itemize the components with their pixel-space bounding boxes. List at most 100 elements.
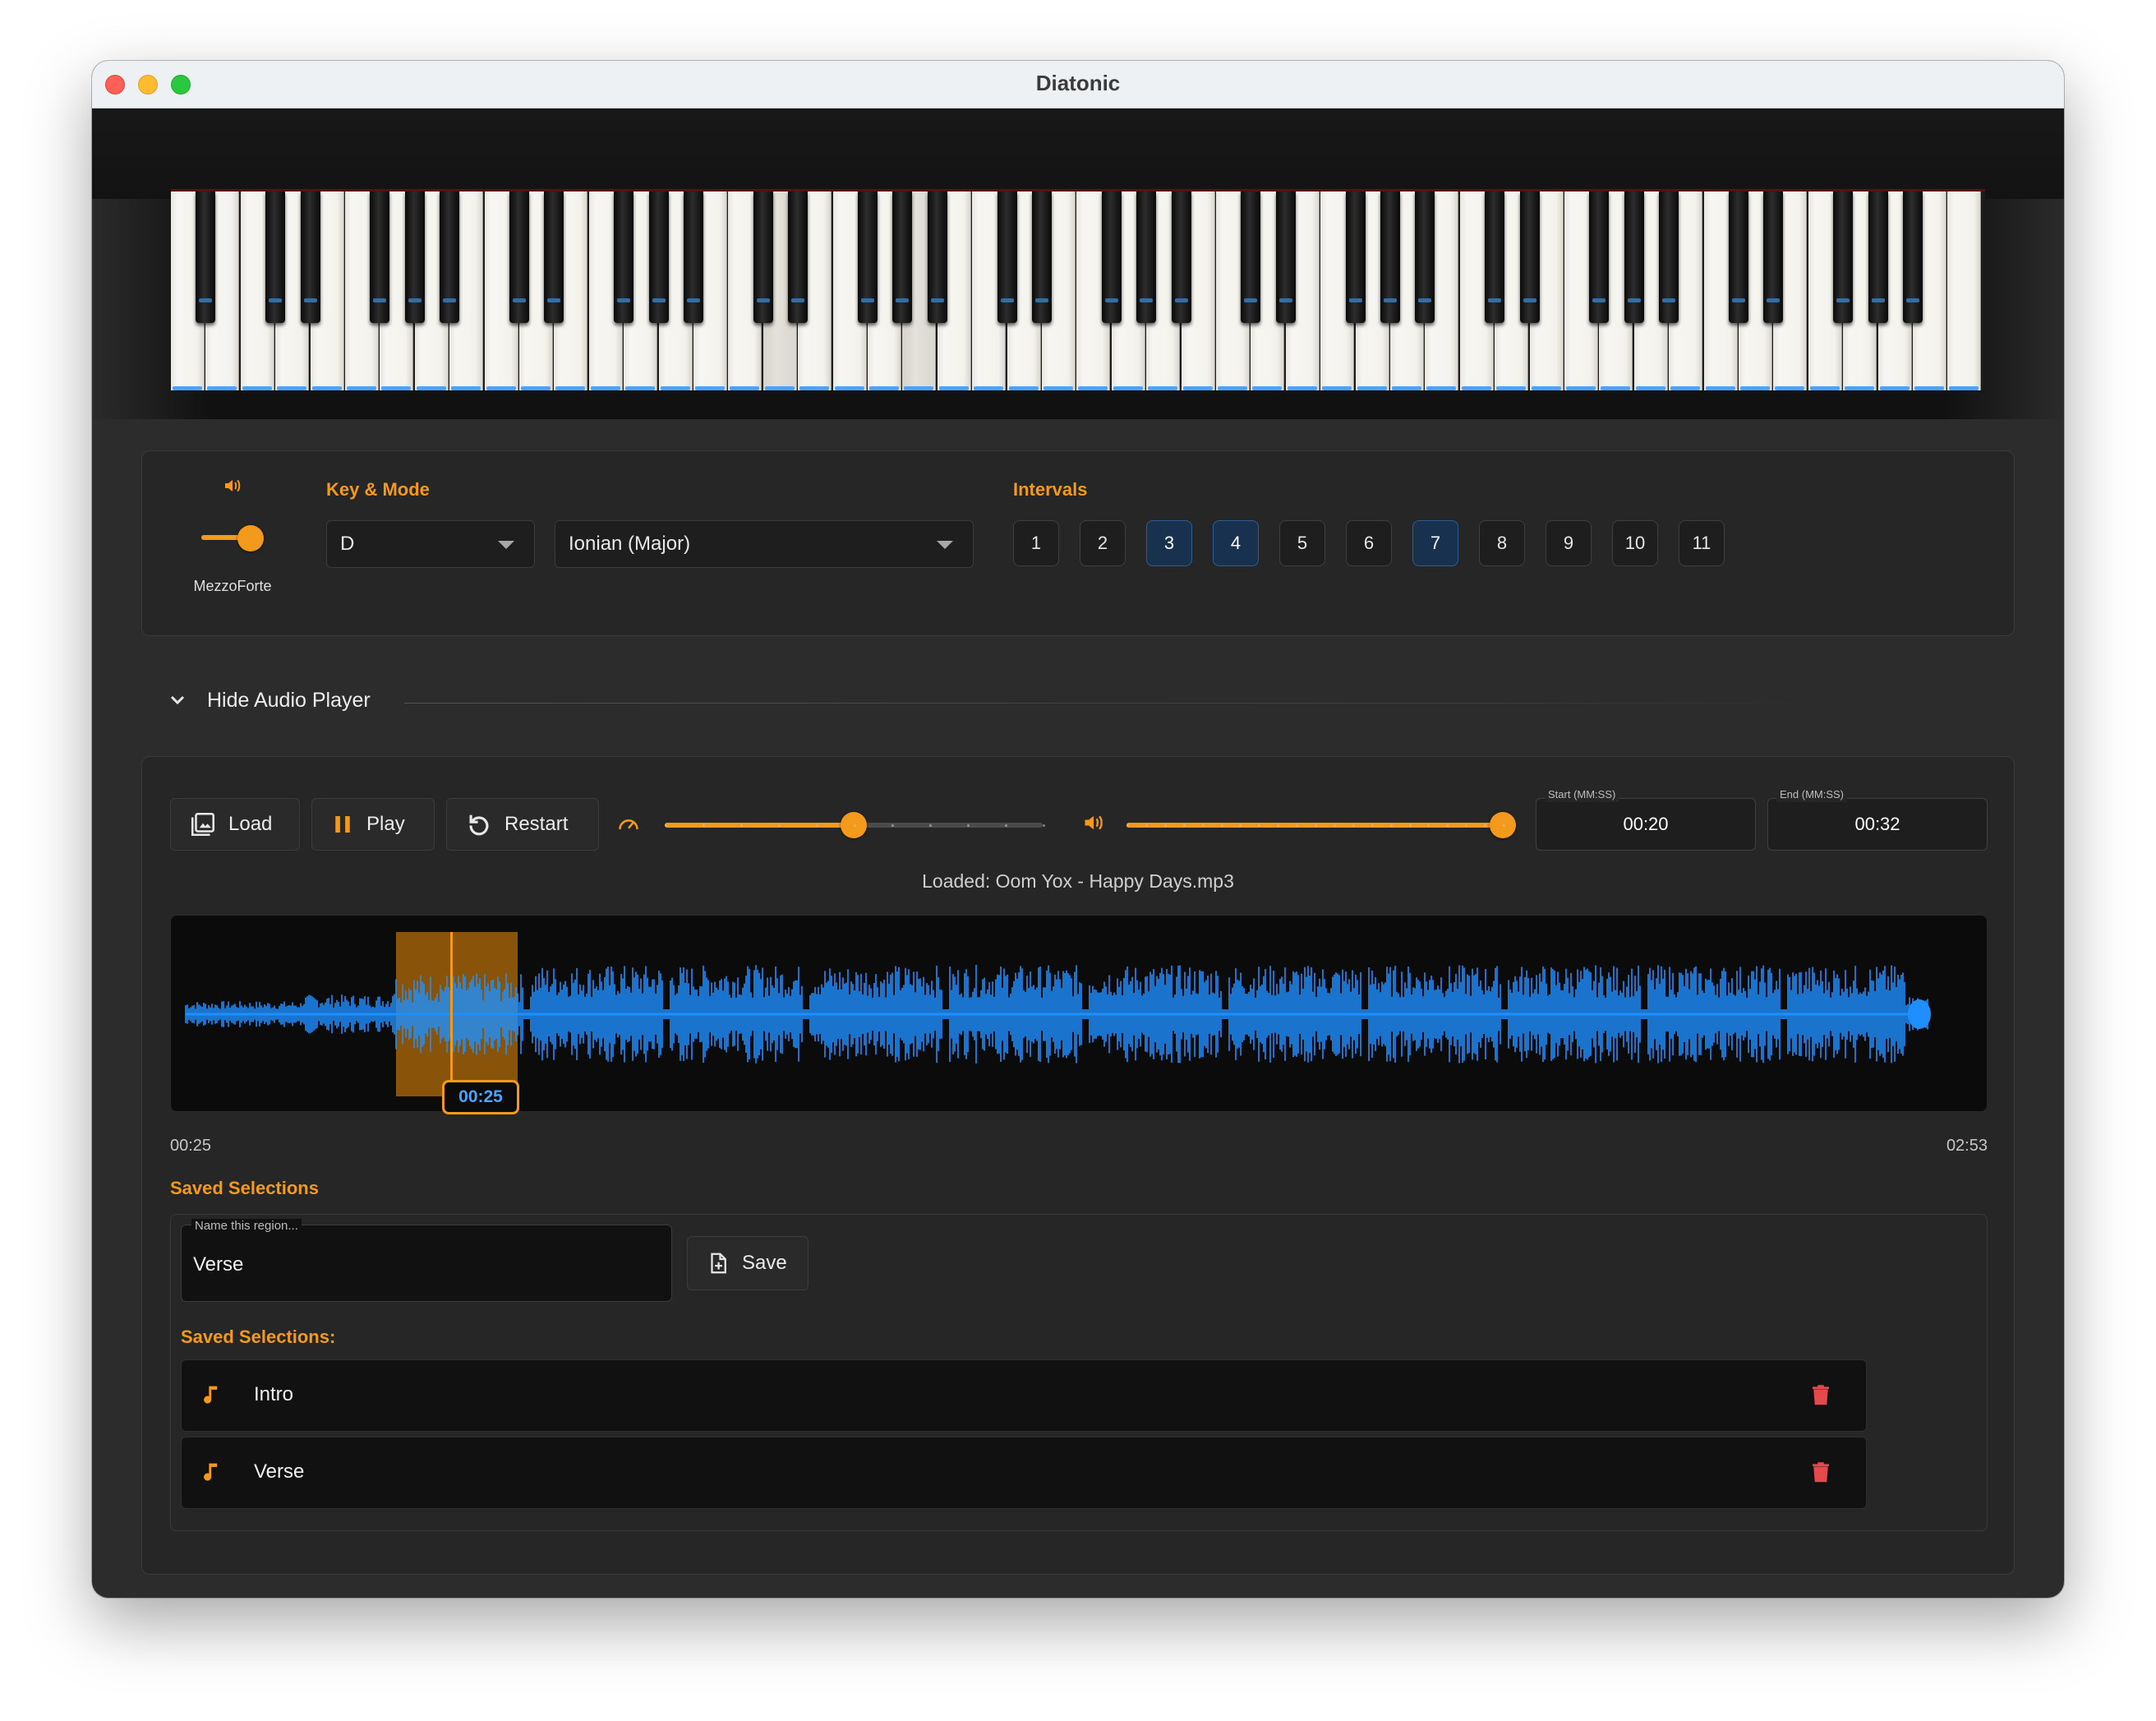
interval-button-9[interactable]: 9 [1546,520,1592,566]
speed-slider[interactable] [665,812,1045,838]
piano-black-key[interactable] [1485,191,1505,323]
waveform-end-marker [1908,999,1931,1029]
slider-tick [1201,824,1205,827]
key-select-value: D [340,533,355,555]
piano-black-key[interactable] [1345,191,1366,323]
dynamic-label: MezzoForte [193,578,272,594]
piano-black-key[interactable] [1032,191,1052,323]
slider-tick [665,824,667,827]
piano-black-key[interactable] [509,191,529,323]
interval-button-8[interactable]: 8 [1479,520,1525,566]
save-button[interactable]: Save [687,1236,808,1290]
saved-selection-name: Verse [254,1460,305,1483]
saved-selections-box: Name this region... Verse Save Saved Sel… [170,1214,1988,1531]
piano-black-key[interactable] [648,191,669,323]
interval-button-2[interactable]: 2 [1080,520,1126,566]
volume-slider[interactable] [1126,812,1516,838]
piano-black-key[interactable] [892,191,913,323]
restart-button-label: Restart [504,813,569,835]
piano-black-key[interactable] [614,191,634,323]
piano-black-key[interactable] [370,191,390,323]
end-time-field[interactable]: End (MM:SS) 00:32 [1767,787,1988,851]
restart-button[interactable]: Restart [446,798,599,851]
piano-black-key[interactable] [753,191,773,323]
piano-black-key[interactable] [1624,191,1644,323]
piano-black-key[interactable] [1241,191,1261,323]
save-button-label: Save [742,1252,787,1274]
piano-black-key[interactable] [1868,191,1888,323]
saved-selection-row[interactable]: Intro [181,1359,1867,1432]
interval-button-5[interactable]: 5 [1279,520,1325,566]
slider-tick [1163,824,1167,827]
dynamic-volume-slider[interactable] [201,525,264,551]
piano-black-key[interactable] [788,191,808,323]
piano-black-key[interactable] [1380,191,1400,323]
region-name-field[interactable]: Name this region... Verse [181,1219,672,1302]
interval-button-10[interactable]: 10 [1612,520,1658,566]
piano-black-key[interactable] [1519,191,1540,323]
waveform-total-time: 02:53 [1946,1137,1988,1155]
piano-black-key[interactable] [927,191,947,323]
saved-list-title: Saved Selections: [181,1327,336,1347]
piano-black-key[interactable] [1589,191,1610,323]
delete-icon[interactable] [1808,1460,1833,1489]
start-time-field[interactable]: Start (MM:SS) 00:20 [1536,787,1756,851]
piano-white-key[interactable] [1947,191,1982,390]
piano-black-key[interactable] [1171,191,1191,323]
waveform-display[interactable]: 00:25 [170,915,1988,1114]
slider-tick [1005,824,1007,827]
piano-black-key[interactable] [1763,191,1784,323]
piano-black-key[interactable] [1101,191,1122,323]
interval-button-7[interactable]: 7 [1412,520,1458,566]
slider-tick [1043,824,1045,827]
key-select[interactable]: D [326,520,535,568]
piano-black-key[interactable] [1903,191,1923,323]
settings-panel: MezzoForte Key & Mode D Ionian (Major) I… [141,450,2015,636]
dynamic-volume-thumb[interactable] [237,525,264,551]
slider-tick [929,824,932,827]
piano-black-key[interactable] [1659,191,1679,323]
playhead[interactable] [450,932,453,1100]
interval-button-11[interactable]: 11 [1679,520,1725,566]
piano-black-key[interactable] [300,191,320,323]
hide-audio-player-label[interactable]: Hide Audio Player [207,689,371,713]
app-window: Diatonic MezzoForte Key & Mode D Ionian … [92,61,2064,1598]
piano-keyboard [171,189,1985,390]
mode-select[interactable]: Ionian (Major) [555,520,974,568]
slider-tick [1126,824,1129,827]
slider-tick [816,824,818,827]
collapse-audio-player-toggle[interactable] [168,690,187,714]
piano-black-key[interactable] [1275,191,1296,323]
piano-black-key[interactable] [544,191,564,323]
audio-player-panel: Load Play Restart Start (MM:SS) 00:20 En… [141,756,2015,1575]
volume-icon [223,476,242,500]
piano-black-key[interactable] [858,191,878,323]
piano-black-key[interactable] [1833,191,1854,323]
slider-tick [1503,824,1505,827]
piano-black-key[interactable] [196,191,216,323]
piano-black-key[interactable] [404,191,425,323]
slider-tick [1315,824,1317,827]
slider-tick [1220,824,1223,827]
slider-tick [1352,824,1355,827]
volume-icon [1082,811,1105,838]
interval-button-6[interactable]: 6 [1346,520,1392,566]
piano-black-key[interactable] [1729,191,1748,323]
piano-black-key[interactable] [1415,191,1435,323]
slider-tick [1371,824,1374,827]
slider-tick [1145,824,1148,827]
divider [404,703,1817,704]
interval-button-1[interactable]: 1 [1013,520,1059,566]
play-button[interactable]: Play [311,798,435,851]
piano-black-key[interactable] [265,191,286,323]
piano-black-key[interactable] [684,191,703,323]
interval-button-4[interactable]: 4 [1213,520,1259,566]
saved-selection-row[interactable]: Verse [181,1437,1867,1509]
slider-tick [891,824,894,827]
delete-icon[interactable] [1808,1383,1833,1412]
piano-black-key[interactable] [440,191,460,323]
piano-black-key[interactable] [1136,191,1157,323]
load-button[interactable]: Load [170,798,300,851]
interval-button-3[interactable]: 3 [1146,520,1192,566]
piano-black-key[interactable] [997,191,1017,323]
